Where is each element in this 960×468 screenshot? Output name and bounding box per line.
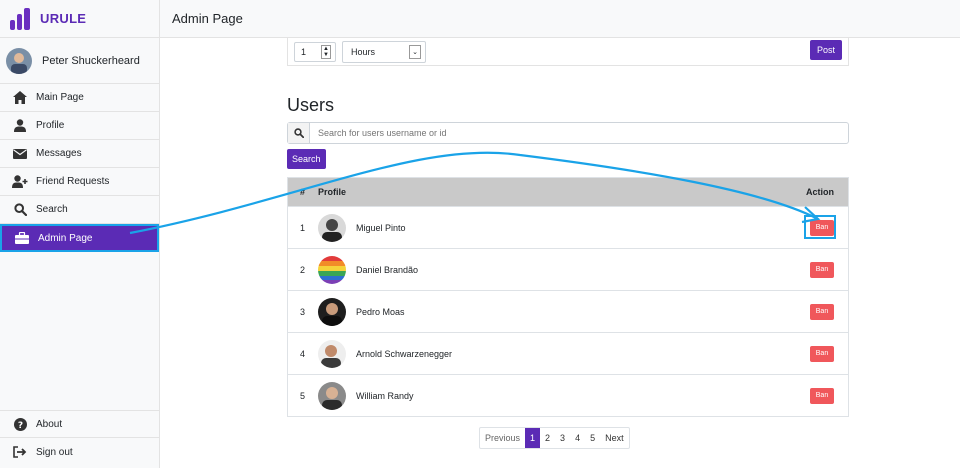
pagination-page-3[interactable]: 3 (555, 428, 570, 448)
main-content: 1 ▲▼ Hours ⌄ Post Users Search # Profile… (287, 38, 849, 449)
row-number: 5 (300, 390, 306, 401)
sidebar-item-main-page[interactable]: Main Page (0, 84, 159, 112)
page-title: Admin Page (172, 11, 243, 26)
table-row: 3 Pedro Moas Ban (288, 290, 848, 332)
pagination-next[interactable]: Next (600, 428, 629, 448)
svg-text:?: ? (17, 421, 22, 431)
duration-unit-select[interactable]: Hours ⌄ (342, 40, 426, 63)
pagination-page-1[interactable]: 1 (525, 428, 541, 448)
chevron-down-icon: ⌄ (409, 44, 421, 59)
sidebar-item-label: About (36, 418, 63, 430)
sidebar-item-label: Main Page (36, 92, 84, 103)
sidebar-item-label: Sign out (36, 446, 73, 458)
brand-logo-icon (10, 7, 32, 30)
question-icon: ? (12, 416, 28, 432)
duration-unit-value: Hours (351, 46, 376, 57)
sidebar-item-admin-page[interactable]: Admin Page (0, 224, 159, 252)
pagination-previous[interactable]: Previous (480, 428, 525, 448)
user-search-input[interactable] (310, 123, 848, 143)
sidebar-item-label: Profile (36, 120, 65, 131)
post-button[interactable]: Post (810, 40, 842, 60)
pagination-page-5[interactable]: 5 (585, 428, 600, 448)
duration-quantity-stepper[interactable]: 1 ▲ ▼ (294, 41, 336, 62)
ban-button[interactable]: Ban (810, 303, 834, 320)
home-icon (12, 90, 28, 106)
duration-quantity-value: 1 (301, 46, 307, 57)
sidebar-bottom: ? About Sign out (0, 410, 160, 466)
sidebar-item-friend-requests[interactable]: Friend Requests (0, 168, 159, 196)
ban-button-highlight (804, 215, 836, 239)
pagination-page-2[interactable]: 2 (540, 428, 555, 448)
sidebar-item-label: Admin Page (38, 232, 93, 244)
column-header-profile: Profile (318, 187, 347, 197)
sidebar-item-label: Messages (36, 148, 82, 159)
sidebar-item-search[interactable]: Search (0, 196, 159, 224)
users-table: # Profile Action 1 Miguel Pinto Ban 2 Da… (287, 177, 849, 417)
user-card[interactable]: Peter Shuckerheard (0, 38, 159, 84)
table-row: 2 Daniel Brandão Ban (288, 248, 848, 290)
stepper-arrows-icon[interactable]: ▲ ▼ (321, 44, 331, 59)
post-duration-card: 1 ▲ ▼ Hours ⌄ Post (287, 38, 849, 66)
user-name-link[interactable]: Pedro Moas (356, 307, 810, 317)
ban-button[interactable]: Ban (810, 261, 834, 278)
envelope-icon (12, 146, 28, 162)
sidebar-item-label: Search (36, 204, 68, 215)
user-name-link[interactable]: William Randy (356, 391, 810, 401)
search-icon (12, 202, 28, 218)
avatar[interactable] (318, 339, 346, 368)
pagination-page-4[interactable]: 4 (570, 428, 585, 448)
header: Admin Page (160, 0, 960, 38)
search-icon (288, 123, 310, 143)
table-header: # Profile Action (288, 178, 848, 206)
user-name: Peter Shuckerheard (42, 54, 140, 67)
avatar[interactable] (318, 213, 346, 242)
user-name-link[interactable]: Arnold Schwarzenegger (356, 349, 810, 359)
sidebar-item-messages[interactable]: Messages (0, 140, 159, 168)
ban-button[interactable]: Ban (810, 387, 834, 404)
row-number: 3 (300, 306, 306, 317)
row-number: 2 (300, 264, 306, 275)
sidebar-item-label: Friend Requests (36, 176, 110, 187)
user-name-link[interactable]: Daniel Brandão (356, 265, 810, 275)
sign-out-icon (12, 444, 28, 460)
avatar[interactable] (318, 381, 346, 410)
row-number: 1 (300, 222, 306, 233)
avatar (6, 47, 32, 74)
brand-name: URULE (40, 11, 87, 26)
sidebar-item-sign-out[interactable]: Sign out (0, 438, 160, 466)
sidebar-item-about[interactable]: ? About (0, 410, 160, 438)
table-row: 4 Arnold Schwarzenegger Ban (288, 332, 848, 374)
table-row: 1 Miguel Pinto Ban (288, 206, 848, 248)
sidebar: URULE Peter Shuckerheard Main Page Profi… (0, 0, 160, 468)
table-row: 5 William Randy Ban (288, 374, 848, 416)
row-number: 4 (300, 348, 306, 359)
users-heading: Users (287, 95, 335, 115)
brand[interactable]: URULE (0, 0, 159, 38)
avatar[interactable] (318, 255, 346, 284)
user-name-link[interactable]: Miguel Pinto (356, 223, 810, 233)
sidebar-item-profile[interactable]: Profile (0, 112, 159, 140)
avatar[interactable] (318, 297, 346, 326)
user-plus-icon (12, 174, 28, 190)
ban-button[interactable]: Ban (810, 345, 834, 362)
column-header-num: # (300, 187, 306, 197)
app-window: URULE Peter Shuckerheard Main Page Profi… (0, 0, 960, 468)
briefcase-icon (14, 230, 30, 246)
column-header-action: Action (806, 187, 834, 197)
pagination: Previous 1 2 3 4 5 Next (479, 427, 630, 449)
user-icon (12, 118, 28, 134)
search-button[interactable]: Search (287, 149, 326, 169)
user-search-bar (287, 122, 849, 144)
